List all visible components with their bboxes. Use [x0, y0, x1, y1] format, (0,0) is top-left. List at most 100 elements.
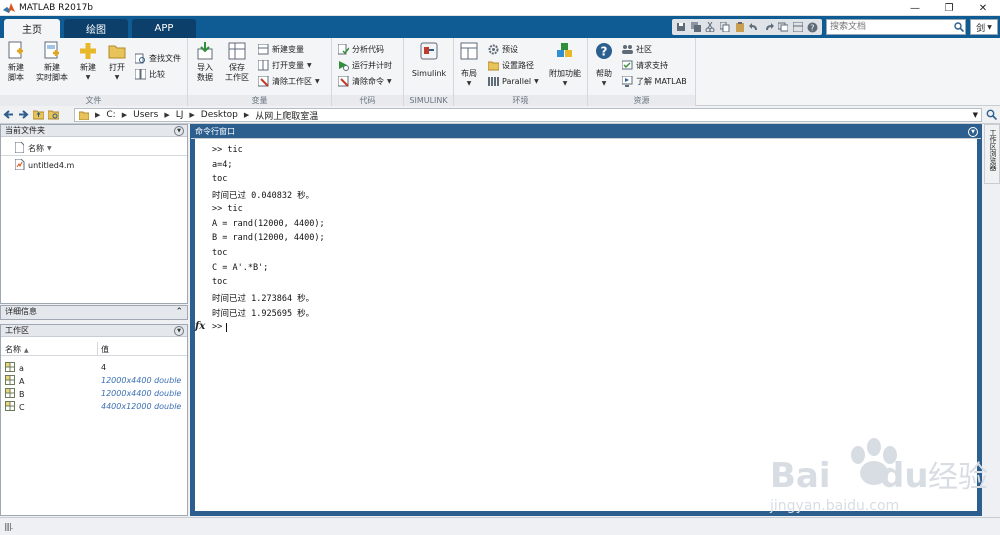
add-ons-button[interactable]: 附加功能 ▼: [546, 41, 584, 89]
column-header-name[interactable]: 名称 ▼: [14, 141, 52, 154]
search-icon[interactable]: [986, 109, 998, 123]
breadcrumb-folder[interactable]: 从网上爬取室温: [255, 109, 318, 122]
column-header-name-label: 名称: [28, 143, 44, 153]
workspace-title-text: 工作区: [5, 326, 29, 335]
tab-home[interactable]: 主页: [4, 19, 60, 38]
undo-icon[interactable]: [748, 21, 761, 34]
save-workspace-label: 保存 工作区: [225, 63, 249, 82]
find-files-label: 查找文件: [149, 53, 181, 63]
tab-plots[interactable]: 绘图: [64, 19, 128, 38]
layout-button[interactable]: 布局 ▼: [456, 41, 482, 89]
breadcrumb-c[interactable]: C:: [106, 110, 115, 120]
up-folder-icon[interactable]: [32, 108, 45, 121]
side-tab-workspace-browser[interactable]: 工作区浏览器: [987, 129, 998, 177]
browse-folder-icon[interactable]: [47, 108, 60, 121]
parallel-label: Parallel: [502, 76, 532, 86]
analyze-code-icon: [338, 43, 349, 55]
compare-button[interactable]: 比较: [135, 68, 165, 80]
table-row[interactable]: A 12000x4400 double: [1, 375, 187, 387]
simulink-button[interactable]: Simulink: [410, 41, 448, 79]
run-and-time-button[interactable]: 运行并计时: [338, 59, 392, 71]
column-header-value[interactable]: 值: [101, 344, 109, 355]
details-title-text: 详细信息: [5, 307, 37, 316]
redo-icon[interactable]: [763, 21, 776, 34]
help-button[interactable]: ? 帮助 ▼: [592, 41, 616, 89]
request-support-label: 请求支持: [636, 60, 668, 70]
analyze-code-button[interactable]: 分析代码: [338, 43, 384, 55]
forward-arrow-icon[interactable]: [17, 108, 30, 121]
details-title: 详细信息 ⌃: [1, 306, 187, 319]
maximize-button[interactable]: ❐: [932, 0, 966, 16]
panel-actions-icon[interactable]: ▼: [174, 326, 184, 336]
parallel-button[interactable]: Parallel ▼: [488, 75, 539, 87]
layout-icon[interactable]: [792, 21, 805, 34]
table-row[interactable]: a4: [1, 362, 187, 374]
help-icon[interactable]: ?: [806, 21, 819, 34]
group-simulink: Simulink SIMULINK: [404, 38, 454, 106]
current-path[interactable]: ▶ C: ▶ Users ▶ LJ ▶ Desktop ▶ 从网上爬取室温 ▼: [74, 108, 982, 122]
panel-actions-icon[interactable]: ▼: [968, 127, 978, 137]
group-resources-label: 资源: [588, 95, 695, 106]
table-row[interactable]: B 12000x4400 double: [1, 388, 187, 400]
new-live-script-button[interactable]: 新建 实时脚本: [32, 41, 72, 83]
folder-open-icon: [107, 41, 127, 61]
open-variable-button[interactable]: 打开变量 ▼: [258, 59, 312, 71]
chevron-right-icon: ▶: [164, 111, 170, 119]
sort-arrow-icon: ▼: [47, 144, 52, 152]
new-script-button[interactable]: 新建 脚本: [2, 41, 30, 83]
column-header-name-label: 名称: [5, 345, 21, 354]
chevron-down-icon[interactable]: ▼: [973, 111, 978, 119]
function-browser-icon[interactable]: fx: [195, 321, 205, 332]
search-icon[interactable]: [952, 20, 966, 34]
find-files-button[interactable]: 查找文件: [135, 52, 181, 64]
breadcrumb-desktop[interactable]: Desktop: [201, 110, 238, 120]
clear-workspace-button[interactable]: 清除工作区 ▼: [258, 75, 320, 87]
table-row[interactable]: C 4400x12000 double: [1, 401, 187, 413]
paste-icon[interactable]: [733, 21, 746, 34]
request-support-button[interactable]: 请求支持: [622, 59, 668, 71]
user-account-menu[interactable]: 剑 ▼: [970, 19, 998, 35]
breadcrumb-lj[interactable]: LJ: [176, 110, 184, 120]
list-item[interactable]: untitled4.m: [14, 158, 74, 171]
new-variable-button[interactable]: 新建变量: [258, 43, 304, 55]
save-all-icon[interactable]: [690, 21, 703, 34]
open-button[interactable]: 打开 ▼: [104, 41, 130, 83]
save-icon[interactable]: [675, 21, 688, 34]
toolstrip-tabs: 主页 绘图 APP ? 剑▼: [0, 16, 1000, 38]
command-window-title: 命令行窗口 ▼: [191, 125, 981, 139]
cut-icon[interactable]: [704, 21, 717, 34]
run-and-time-label: 运行并计时: [352, 60, 392, 70]
learn-matlab-button[interactable]: 了解 MATLAB: [622, 75, 687, 87]
set-path-button[interactable]: 设置路径: [488, 59, 534, 71]
variable-name: a: [19, 363, 24, 373]
tab-apps[interactable]: APP: [132, 19, 196, 38]
back-arrow-icon[interactable]: [2, 108, 15, 121]
matrix-icon: [5, 401, 15, 413]
search-docs-input[interactable]: [827, 20, 965, 34]
community-button[interactable]: 社区: [622, 43, 652, 55]
copy-icon[interactable]: [719, 21, 732, 34]
column-header-name[interactable]: 名称 ▲: [5, 344, 29, 355]
command-prompt[interactable]: >>: [212, 322, 222, 332]
minimize-button[interactable]: —: [898, 0, 932, 16]
clear-commands-button[interactable]: 清除命令 ▼: [338, 75, 392, 87]
chevron-right-icon: ▶: [95, 111, 101, 119]
chevron-up-icon[interactable]: ⌃: [175, 306, 183, 318]
preferences-button[interactable]: 预设: [488, 43, 518, 55]
switch-windows-icon[interactable]: [777, 21, 790, 34]
save-workspace-button[interactable]: 保存 工作区: [220, 41, 254, 83]
workspace-panel: 工作区 ▼ 名称 ▲ 值 a 4 A 12000x4400 double B 12000x4…: [0, 324, 188, 516]
import-data-button[interactable]: 导入 数据: [192, 41, 218, 83]
close-button[interactable]: ✕: [966, 0, 1000, 16]
command-output-line: 时间已过 1.925695 秒。: [212, 308, 315, 319]
learn-matlab-icon: [622, 75, 633, 87]
help-label: 帮助: [596, 69, 612, 78]
variable-name-cell: A: [5, 375, 24, 387]
new-button[interactable]: 新建 ▼: [74, 41, 102, 83]
panel-actions-icon[interactable]: ▼: [174, 126, 184, 136]
breadcrumb-users[interactable]: Users: [133, 110, 158, 120]
variable-name-cell: a: [5, 362, 24, 374]
add-ons-label: 附加功能: [549, 69, 581, 78]
current-folder-panel: 当前文件夹 ▼ 名称 ▼ untitled4.m: [0, 124, 188, 304]
layout-label: 布局: [461, 69, 477, 78]
